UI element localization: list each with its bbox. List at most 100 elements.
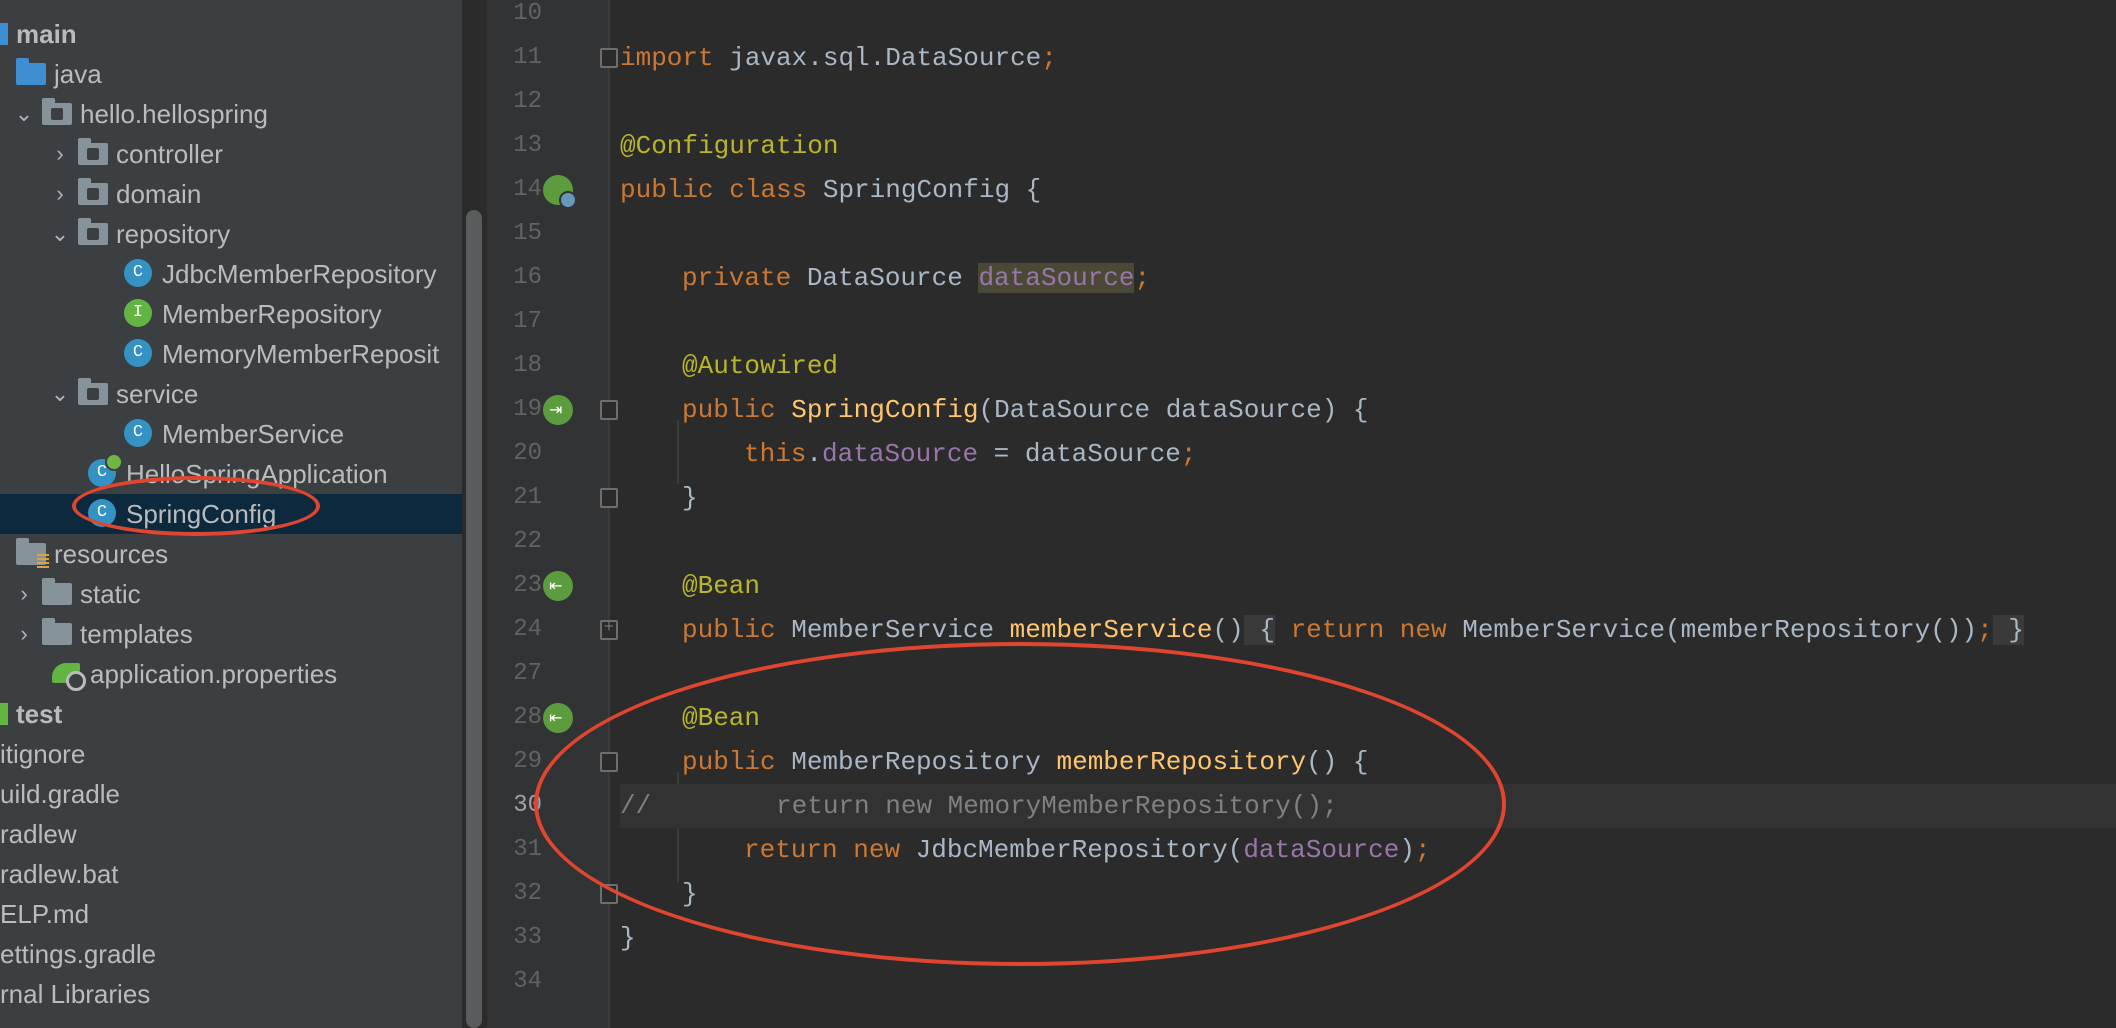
fold-marker-icon[interactable]	[600, 488, 618, 508]
properties-file-icon	[52, 659, 86, 691]
folded-region[interactable]: {	[1243, 615, 1275, 645]
tree-item-memorymemberrepository[interactable]: C MemoryMemberReposit	[0, 334, 462, 374]
tree-item-templates[interactable]: › templates	[0, 614, 462, 654]
folder-icon	[0, 23, 8, 45]
tree-item-repository[interactable]: ⌄ repository	[0, 214, 462, 254]
tree-item-memberservice[interactable]: C MemberService	[0, 414, 462, 454]
tree-item-label: java	[54, 58, 102, 89]
source-folder-icon	[16, 58, 46, 89]
chevron-right-icon[interactable]: ›	[12, 621, 36, 647]
tree-item-label: templates	[80, 618, 193, 649]
tree-item-gradlew[interactable]: radlew	[0, 814, 462, 854]
tree-item-label: repository	[116, 218, 231, 249]
semicolon: ;	[1977, 615, 1993, 645]
line-number: 12	[513, 88, 542, 115]
code-text: javax.sql.DataSource	[713, 43, 1042, 73]
folded-region[interactable]: }	[1992, 615, 2024, 645]
line-number: 32	[513, 880, 542, 907]
code-line-13[interactable]: @Configuration	[620, 124, 2116, 168]
code-text: (DataSource dataSource) {	[978, 395, 1369, 425]
annotation-circle	[534, 642, 1506, 966]
tree-item-test[interactable]: test	[0, 694, 462, 734]
tree-item-build-gradle[interactable]: uild.gradle	[0, 774, 462, 814]
line-number: 13	[513, 132, 542, 159]
tree-item-label: MemoryMemberReposit	[162, 338, 440, 369]
tree-item-label: static	[80, 578, 141, 609]
tree-item-controller[interactable]: › controller	[0, 134, 462, 174]
line-number: 22	[513, 528, 542, 555]
tree-item-label: application.properties	[90, 658, 338, 689]
tree-item-resources[interactable]: resources	[0, 534, 462, 574]
field-name: dataSource	[822, 439, 979, 469]
line-number: 10	[513, 0, 542, 27]
class-icon: C	[124, 259, 154, 289]
code-text: DataSource	[791, 263, 979, 293]
tree-item-service[interactable]: ⌄ service	[0, 374, 462, 414]
annotation: @Bean	[682, 571, 761, 601]
code-line-18[interactable]: @Autowired	[620, 344, 2116, 388]
line-number: 24	[513, 616, 542, 643]
chevron-right-icon[interactable]: ›	[48, 141, 72, 167]
line-number: 19	[513, 396, 542, 423]
keyword: public	[682, 615, 776, 645]
tree-item-gradlew-bat[interactable]: radlew.bat	[0, 854, 462, 894]
line-number: 11	[513, 44, 542, 71]
code-line-21[interactable]: }	[620, 476, 2116, 520]
spring-config-gutter-icon[interactable]	[543, 175, 577, 209]
tree-item-help-md[interactable]: ELP.md	[0, 894, 462, 934]
spring-bean-gutter-icon[interactable]: ⇤	[543, 571, 573, 601]
code-line-19[interactable]: public SpringConfig(DataSource dataSourc…	[620, 388, 2116, 432]
semicolon: ;	[1180, 439, 1197, 469]
tree-item-static[interactable]: › static	[0, 574, 462, 614]
code-line-16[interactable]: private DataSource dataSource;	[620, 256, 2116, 300]
code-line-23[interactable]: @Bean	[620, 564, 2116, 608]
resources-folder-icon	[16, 538, 49, 569]
line-number: 21	[513, 484, 542, 511]
chevron-right-icon[interactable]: ›	[12, 581, 36, 607]
tree-item-settings-gradle[interactable]: ettings.gradle	[0, 934, 462, 974]
chevron-down-icon[interactable]: ⌄	[48, 381, 72, 407]
tree-item-jdbcmemberrepository[interactable]: C JdbcMemberRepository	[0, 254, 462, 294]
code-line-11[interactable]: import javax.sql.DataSource;	[620, 36, 2116, 80]
annotation: @Configuration	[620, 131, 839, 161]
package-icon	[78, 138, 108, 169]
tree-item-label: rnal Libraries	[0, 978, 151, 1009]
tree-item-java[interactable]: java	[0, 54, 462, 94]
semicolon: ;	[1134, 263, 1151, 293]
fold-expand-icon[interactable]	[600, 616, 618, 640]
project-tree-panel: main java ⌄ hello.hellospring › controll…	[0, 0, 462, 1028]
code-line-20[interactable]: this.dataSource = dataSource;	[620, 432, 2116, 476]
tree-item-main[interactable]: main	[0, 14, 462, 54]
tree-item-external-libraries[interactable]: rnal Libraries	[0, 974, 462, 1014]
code-line-14[interactable]: public class SpringConfig {	[620, 168, 2116, 212]
semicolon: ;	[1041, 43, 1057, 73]
tree-item-memberrepository[interactable]: I MemberRepository	[0, 294, 462, 334]
project-scrollbar[interactable]	[466, 210, 482, 1028]
tree-item-gitignore[interactable]: itignore	[0, 734, 462, 774]
code-text: }	[682, 483, 698, 513]
chevron-right-icon[interactable]: ›	[48, 181, 72, 207]
tree-item-label: service	[116, 378, 199, 409]
tree-item-label: ettings.gradle	[0, 938, 157, 969]
tree-item-label: itignore	[0, 738, 86, 769]
package-icon	[78, 218, 108, 249]
fold-marker-icon[interactable]	[600, 400, 618, 420]
line-number: 27	[513, 660, 542, 687]
code-text: SpringConfig {	[807, 175, 1042, 205]
code-text: MemberService(memberRepository())	[1446, 615, 1978, 645]
fold-marker-icon[interactable]	[600, 48, 618, 68]
tree-item-hello-hellospring[interactable]: ⌄ hello.hellospring	[0, 94, 462, 134]
code-text: .	[806, 439, 823, 469]
line-number: 29	[513, 748, 542, 775]
code-text: }	[620, 923, 636, 953]
chevron-down-icon[interactable]: ⌄	[12, 101, 36, 127]
chevron-down-icon[interactable]: ⌄	[48, 221, 72, 247]
code-line-24[interactable]: public MemberService memberService() { r…	[620, 608, 2116, 652]
spring-autowired-gutter-icon[interactable]: ⇥	[543, 395, 573, 425]
tree-item-application-properties[interactable]: application.properties	[0, 654, 462, 694]
line-number: 16	[513, 264, 542, 291]
spring-bean-gutter-icon[interactable]: ⇤	[543, 703, 573, 733]
tree-item-label: hello.hellospring	[80, 98, 268, 129]
tree-item-domain[interactable]: › domain	[0, 174, 462, 214]
keyword: import	[620, 43, 714, 73]
